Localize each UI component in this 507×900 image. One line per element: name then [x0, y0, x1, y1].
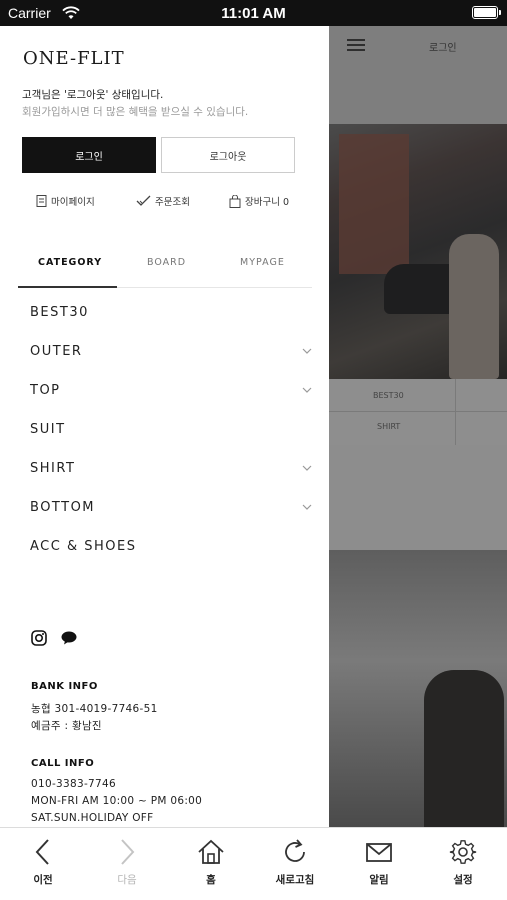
- category-item-suit[interactable]: SUIT: [30, 422, 66, 437]
- chevron-down-icon[interactable]: [302, 347, 312, 355]
- category-item-acc-shoes[interactable]: ACC & SHOES: [30, 539, 136, 554]
- brand-logo[interactable]: ONE-FLIT: [23, 48, 125, 69]
- chevron-left-icon: [35, 839, 49, 865]
- settings-button[interactable]: 설정: [421, 828, 505, 900]
- mypage-link-label: 마이페이지: [51, 197, 95, 208]
- background-page-overlay[interactable]: 로그인 BEST30 SHIRT: [329, 26, 507, 827]
- bank-holder: 예금주 : 황남진: [31, 720, 102, 732]
- signup-benefit-text: 회원가입하시면 더 많은 혜택을 받으실 수 있습니다.: [22, 106, 249, 118]
- login-status-text: 고객님은 '로그아웃' 상태입니다.: [22, 89, 164, 101]
- hero-photo: [329, 124, 507, 379]
- product-photo: [329, 550, 507, 827]
- hamburger-menu-icon: [347, 39, 365, 51]
- back-label: 이전: [33, 874, 53, 886]
- call-holiday: SAT.SUN.HOLIDAY OFF: [31, 812, 154, 824]
- settings-label: 설정: [453, 874, 473, 886]
- call-info-title: CALL INFO: [31, 758, 95, 769]
- background-login-link: 로그인: [429, 43, 457, 54]
- grid-cell-shirt: SHIRT: [377, 422, 401, 431]
- shopping-bag-icon: [229, 194, 241, 208]
- chevron-down-icon[interactable]: [302, 386, 312, 394]
- kakaotalk-icon[interactable]: [61, 631, 77, 645]
- grid-cell-best30: BEST30: [373, 391, 404, 400]
- home-icon: [198, 839, 224, 864]
- category-item-top[interactable]: TOP: [30, 383, 61, 398]
- refresh-label: 새로고침: [275, 874, 315, 886]
- notification-button[interactable]: 알림: [337, 828, 421, 900]
- home-label: 홈: [206, 874, 216, 886]
- category-item-bottom[interactable]: BOTTOM: [30, 500, 95, 515]
- forward-button[interactable]: 다음: [85, 828, 169, 900]
- notification-label: 알림: [369, 874, 389, 886]
- order-lookup-link[interactable]: 주문조회: [136, 192, 190, 210]
- bank-account: 농협 301-4019-7746-51: [31, 703, 158, 715]
- background-header: 로그인: [329, 26, 507, 124]
- login-button[interactable]: 로그인: [22, 137, 156, 173]
- instagram-icon[interactable]: [31, 630, 47, 646]
- bank-info-title: BANK INFO: [31, 681, 98, 692]
- refresh-icon: [285, 839, 305, 862]
- background-category-grid: BEST30 SHIRT: [329, 379, 507, 445]
- chevron-down-icon[interactable]: [302, 464, 312, 472]
- forward-label: 다음: [117, 874, 137, 886]
- home-button[interactable]: 홈: [169, 828, 253, 900]
- order-lookup-label: 주문조회: [155, 197, 190, 208]
- category-item-best30[interactable]: BEST30: [30, 305, 89, 320]
- category-item-outer[interactable]: OUTER: [30, 344, 82, 359]
- logout-button[interactable]: 로그아웃: [161, 137, 295, 173]
- mypage-link[interactable]: 마이페이지: [36, 192, 95, 210]
- cart-link[interactable]: 장바구니 0: [229, 192, 289, 210]
- refresh-button[interactable]: 새로고침: [253, 828, 337, 900]
- call-phone[interactable]: 010-3383-7746: [31, 778, 116, 790]
- tab-category[interactable]: CATEGORY: [38, 257, 102, 268]
- tab-board[interactable]: BOARD: [147, 257, 186, 268]
- checkmark-icon: [136, 195, 151, 206]
- cart-label: 장바구니 0: [245, 197, 290, 208]
- chevron-right-icon: [121, 839, 135, 865]
- call-hours: MON-FRI AM 10:00 ~ PM 06:00: [31, 795, 203, 807]
- side-drawer: ONE-FLIT 고객님은 '로그아웃' 상태입니다. 회원가입하시면 더 많은…: [0, 26, 329, 827]
- chevron-down-icon[interactable]: [302, 503, 312, 511]
- tab-mypage[interactable]: MYPAGE: [240, 257, 285, 268]
- clock: 11:01 AM: [221, 5, 286, 22]
- status-bar: Carrier 11:01 AM: [0, 0, 507, 26]
- drawer-tabs: CATEGORY BOARD MYPAGE: [18, 250, 312, 288]
- document-icon: [36, 195, 47, 207]
- category-item-shirt[interactable]: SHIRT: [30, 461, 75, 476]
- battery-icon: [472, 6, 501, 19]
- mail-icon: [366, 843, 392, 862]
- gear-icon: [449, 840, 477, 864]
- back-button[interactable]: 이전: [1, 828, 85, 900]
- active-tab-indicator: [18, 286, 117, 288]
- bottom-toolbar: 이전 다음 홈 새로고침 알림 설정: [0, 827, 507, 900]
